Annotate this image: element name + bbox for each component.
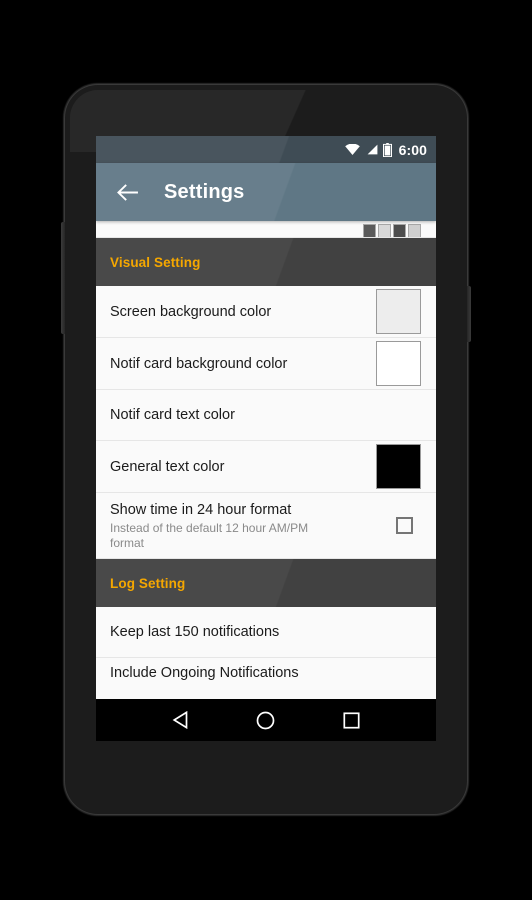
section-title: Log Setting xyxy=(110,575,186,591)
row-title: General text color xyxy=(110,458,225,475)
section-title: Visual Setting xyxy=(110,254,201,270)
color-swatch-notif-card-background[interactable] xyxy=(376,341,421,386)
row-general-text-color[interactable]: General text color xyxy=(96,441,436,493)
nav-back-icon[interactable] xyxy=(164,703,198,737)
row-text-block: Screen background color xyxy=(110,303,271,321)
battery-icon xyxy=(382,142,392,157)
app-toolbar: Settings xyxy=(96,163,436,221)
toolbar-sheen xyxy=(96,163,436,221)
section-header-visual-setting: Visual Setting xyxy=(96,238,436,286)
arrow-left-glyph xyxy=(117,183,138,201)
nav-back-glyph xyxy=(172,711,188,729)
row-title: Notif card text color xyxy=(110,407,235,423)
row-text-block: Include Ongoing Notifications xyxy=(110,664,299,682)
checkbox-24-hour-format[interactable] xyxy=(396,517,413,534)
row-notif-card-text-color[interactable]: Notif card text color xyxy=(96,390,436,441)
nav-home-glyph xyxy=(257,711,275,729)
device-screen: 6:00 Settings Visual Setting Screen back… xyxy=(96,136,436,741)
row-keep-last-notifications[interactable]: Keep last 150 notifications xyxy=(96,607,436,658)
color-swatch-general-text[interactable] xyxy=(376,444,421,489)
palette-chip[interactable] xyxy=(393,224,406,237)
row-show-time-24-hour-format[interactable]: Show time in 24 hour format Instead of t… xyxy=(96,493,436,559)
status-bar-icons: 6:00 xyxy=(344,141,427,158)
row-include-ongoing-notifications[interactable]: Include Ongoing Notifications xyxy=(96,658,436,684)
palette-chip[interactable] xyxy=(363,224,376,237)
wifi-icon xyxy=(344,144,360,155)
android-navigation-bar xyxy=(96,699,436,741)
row-title: Notif card background color xyxy=(110,355,288,372)
row-summary: Instead of the default 12 hour AM/PM for… xyxy=(110,520,309,550)
nav-recents-icon[interactable] xyxy=(334,703,368,737)
status-bar: 6:00 xyxy=(96,136,436,163)
arrow-left-icon[interactable] xyxy=(110,175,144,209)
row-text-block: General text color xyxy=(110,458,224,476)
row-text-block: Show time in 24 hour format Instead of t… xyxy=(110,501,340,551)
palette-swatch-group xyxy=(363,224,421,237)
palette-chip[interactable] xyxy=(408,224,421,237)
row-title: Include Ongoing Notifications xyxy=(110,665,299,681)
page-title: Settings xyxy=(164,180,245,203)
palette-chip[interactable] xyxy=(378,224,391,237)
row-title: Show time in 24 hour format xyxy=(110,501,292,518)
power-button[interactable] xyxy=(467,286,471,342)
color-swatch-screen-background[interactable] xyxy=(376,289,421,334)
clipped-palette-row[interactable] xyxy=(96,221,436,238)
settings-preference-list[interactable]: Visual Setting Screen background color N… xyxy=(96,221,436,709)
status-bar-clock: 6:00 xyxy=(398,141,427,158)
cell-signal-icon xyxy=(367,144,377,155)
row-title: Keep last 150 notifications xyxy=(110,624,280,640)
nav-home-icon[interactable] xyxy=(249,703,283,737)
row-text-block: Notif card background color xyxy=(110,355,287,373)
row-screen-background-color[interactable]: Screen background color xyxy=(96,286,436,338)
row-notif-card-background-color[interactable]: Notif card background color xyxy=(96,338,436,390)
section-header-log-setting: Log Setting xyxy=(96,559,436,607)
volume-rocker-button[interactable] xyxy=(61,222,65,334)
nav-recents-glyph xyxy=(343,711,360,729)
row-title: Screen background color xyxy=(110,303,272,320)
row-text-block: Notif card text color xyxy=(110,406,235,424)
row-text-block: Keep last 150 notifications xyxy=(110,623,279,641)
